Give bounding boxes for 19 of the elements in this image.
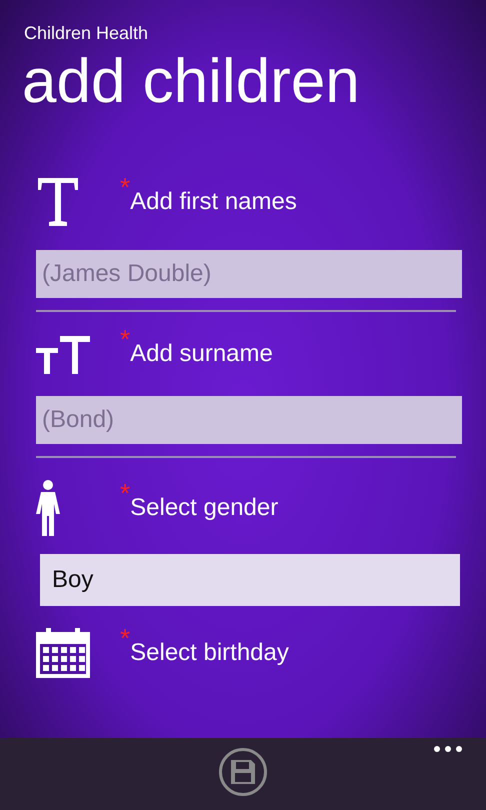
required-asterisk: * xyxy=(120,174,130,200)
person-icon xyxy=(36,480,60,536)
required-asterisk: * xyxy=(120,625,130,651)
dropdown-field[interactable]: Boy xyxy=(40,554,460,606)
text-field[interactable]: (Bond) xyxy=(36,396,462,444)
text-field[interactable]: (James Double) xyxy=(36,250,462,298)
letter-t-icon xyxy=(36,176,80,228)
page-title: add children xyxy=(22,46,360,118)
required-asterisk: * xyxy=(120,480,130,506)
save-button[interactable] xyxy=(219,748,267,796)
app-title: Children Health xyxy=(24,22,148,44)
section-label: Add surname xyxy=(130,340,273,368)
calendar-icon xyxy=(36,628,90,678)
section-label: Select gender xyxy=(130,494,278,522)
section-label: Add first names xyxy=(130,188,297,216)
required-asterisk: * xyxy=(120,326,130,352)
text-size-icon xyxy=(36,334,90,374)
more-icon[interactable] xyxy=(434,746,462,752)
section-label: Select birthday xyxy=(130,639,289,667)
